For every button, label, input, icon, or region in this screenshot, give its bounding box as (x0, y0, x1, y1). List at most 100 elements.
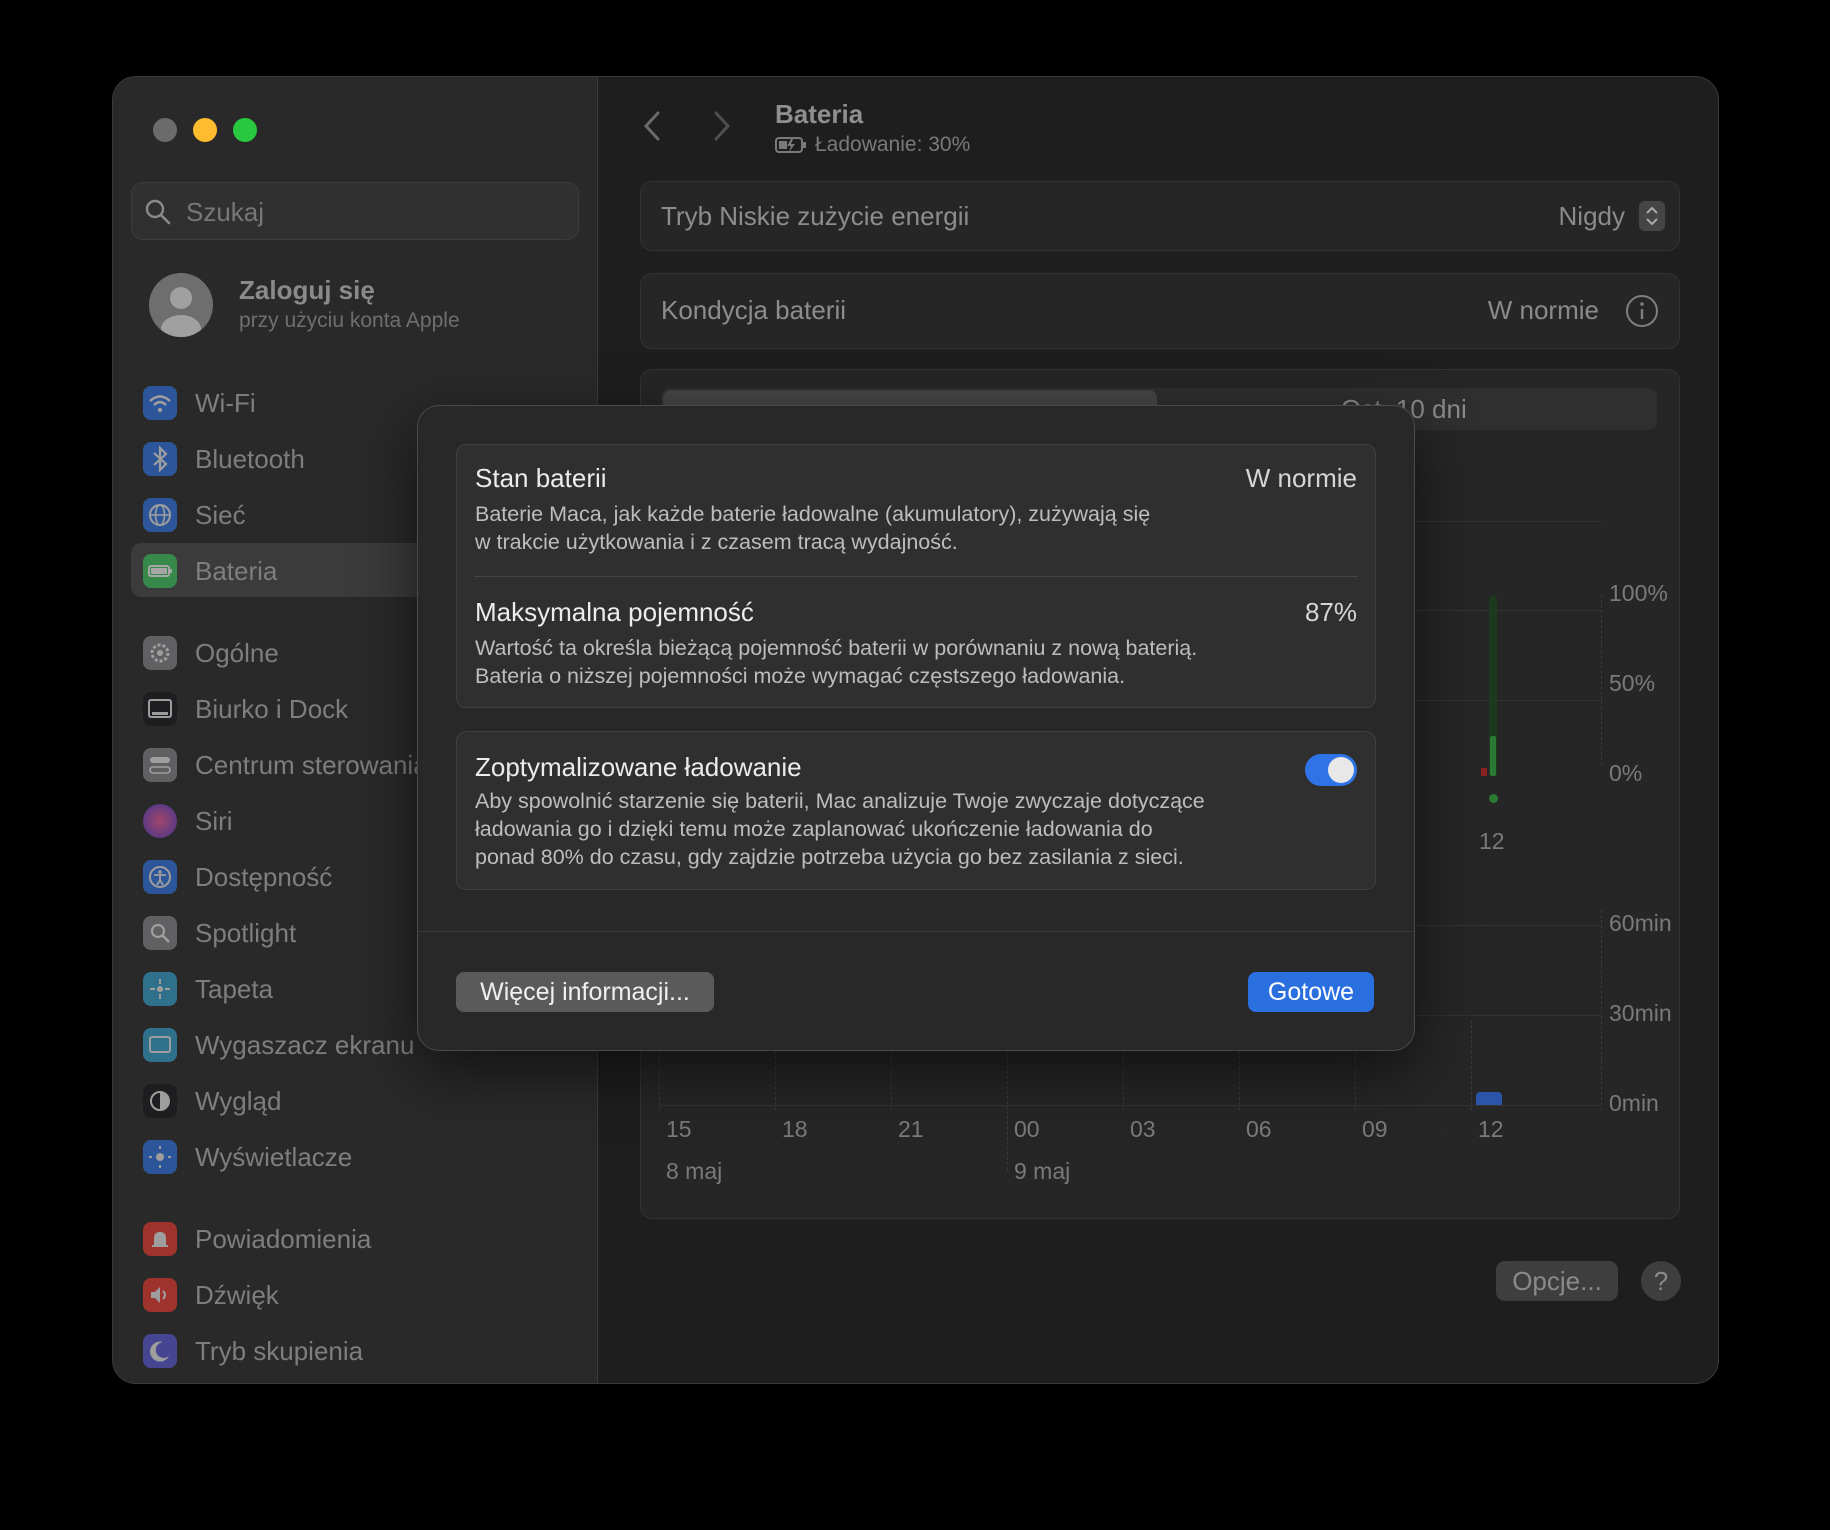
usage-tick-label: 60min (1609, 910, 1672, 936)
battery-condition-row: Kondycja baterii W normie (640, 273, 1680, 349)
options-button[interactable]: Opcje... (1496, 1261, 1618, 1301)
capacity-title: Maksymalna pojemność (475, 597, 754, 627)
search-input[interactable] (184, 193, 568, 231)
level-tick-label: 0% (1609, 760, 1643, 786)
help-button[interactable]: ? (1641, 1261, 1681, 1301)
health-value: W normie (1245, 463, 1357, 493)
sidebar-item-label: Wi-Fi (195, 388, 256, 418)
bluetooth-icon (143, 442, 177, 476)
battery-level-point (1489, 794, 1498, 803)
moon-icon (143, 1334, 177, 1368)
optimized-charging-card: Zoptymalizowane ładowanie Aby spowolnić … (456, 731, 1376, 890)
info-icon[interactable] (1625, 294, 1659, 328)
level-tick-label: 100% (1609, 580, 1668, 606)
sidebar-item-label: Spotlight (195, 918, 297, 948)
health-desc-line: Baterie Maca, jak każde baterie ładowaln… (475, 502, 1151, 526)
x-tick-label: 18 (782, 1116, 808, 1142)
sidebar-item-label: Tryb skupienia (195, 1336, 364, 1366)
battery-charging-icon (775, 137, 806, 153)
search-icon (145, 199, 171, 225)
usage-tick-label: 30min (1609, 1000, 1672, 1026)
apple-account-signin[interactable]: Zaloguj się przy użyciu konta Apple (149, 273, 579, 343)
battery-icon (143, 554, 177, 588)
chevron-updown-icon (1646, 206, 1658, 226)
capacity-value: 87% (1304, 597, 1357, 627)
toggle-knob (1328, 757, 1354, 783)
usage-bar (1476, 1092, 1502, 1105)
zoom-button[interactable] (233, 118, 257, 142)
search-field[interactable] (131, 182, 579, 240)
minimize-button[interactable] (193, 118, 217, 142)
done-button[interactable]: Gotowe (1248, 972, 1374, 1012)
optimized-desc-line: ponad 80% do czasu, gdy zajdzie potrzeba… (475, 845, 1184, 869)
back-icon[interactable] (640, 109, 664, 143)
optimized-desc-line: ładowania go i dzięki temu może zaplanow… (475, 817, 1153, 841)
level-tick-label: 50% (1609, 670, 1656, 696)
spotlight-icon (143, 916, 177, 950)
close-button[interactable] (153, 118, 177, 142)
avatar (149, 273, 213, 337)
sidebar-item-label: Siri (195, 806, 233, 836)
low-power-row: Tryb Niskie zużycie energii Nigdy (640, 181, 1680, 251)
forward-icon[interactable] (710, 109, 734, 143)
optimized-charging-toggle[interactable] (1305, 754, 1357, 786)
gear-icon (143, 636, 177, 670)
optimized-desc-line: Aby spowolnić starzenie się baterii, Mac… (475, 789, 1205, 813)
divider (475, 576, 1357, 577)
sidebar-item-label: Centrum sterowania (195, 750, 428, 780)
battery-info-card: Stan baterii W normie Baterie Maca, jak … (456, 444, 1376, 708)
sidebar-item-notifications[interactable]: Powiadomienia (131, 1211, 591, 1265)
sidebar-item-label: Bateria (195, 556, 278, 586)
battery-condition-label: Kondycja baterii (661, 295, 846, 325)
capacity-desc-line: Bateria o niższej pojemności może wymaga… (475, 664, 1126, 688)
charging-status-text: Ładowanie: 30% (815, 133, 971, 156)
optimized-charging-title: Zoptymalizowane ładowanie (475, 752, 802, 782)
chart-gridline (659, 1105, 1601, 1106)
usage-tick-label: 0min (1609, 1090, 1659, 1116)
person-icon (161, 287, 201, 337)
sidebar-item-label: Wyświetlacze (195, 1142, 353, 1172)
x-tick-label: 03 (1130, 1116, 1156, 1142)
charging-status: Ładowanie: 30% (775, 133, 970, 157)
sidebar-item-label: Biurko i Dock (195, 694, 349, 724)
sidebar-item-label: Sieć (195, 500, 246, 530)
sidebar-item-label: Dostępność (195, 862, 333, 892)
sidebar-item-sound[interactable]: Dźwięk (131, 1267, 591, 1321)
chart-gridline (1471, 1020, 1472, 1110)
health-desc-line: w trakcie użytkowania i z czasem tracą w… (475, 530, 958, 554)
control-center-icon (143, 748, 177, 782)
chart-gridline (1601, 595, 1602, 765)
speaker-icon (143, 1278, 177, 1312)
sidebar-item-displays[interactable]: Wyświetlacze (131, 1129, 591, 1183)
battery-condition-value: W normie (1487, 295, 1599, 325)
display-icon (143, 1140, 177, 1174)
low-power-value[interactable]: Nigdy (1559, 201, 1625, 232)
x-tick-label: 06 (1246, 1116, 1272, 1142)
x-tick-label: 21 (898, 1116, 924, 1142)
appearance-icon (143, 1084, 177, 1118)
x-tick-label: 12 (1478, 1116, 1504, 1142)
page-title: Bateria (775, 99, 864, 129)
sidebar-item-label: Powiadomienia (195, 1224, 372, 1254)
chart-gridline (1601, 910, 1602, 1110)
health-title: Stan baterii (475, 463, 607, 493)
wallpaper-icon (143, 972, 177, 1006)
sidebar-item-appearance[interactable]: Wygląd (131, 1073, 591, 1127)
x-tick-label: 09 (1362, 1116, 1388, 1142)
x-tick-label: 15 (666, 1116, 692, 1142)
date-label: 8 maj (666, 1158, 723, 1184)
battery-health-sheet: Stan baterii W normie Baterie Maca, jak … (417, 405, 1415, 1051)
account-subtitle: przy użyciu konta Apple (239, 309, 460, 332)
account-title: Zaloguj się (239, 275, 375, 305)
screensaver-icon (143, 1028, 177, 1062)
x-tick-label: 00 (1014, 1116, 1040, 1142)
level-x-tick-label: 12 (1479, 828, 1505, 854)
sidebar-item-focus[interactable]: Tryb skupienia (131, 1323, 591, 1377)
bell-icon (143, 1222, 177, 1256)
dock-icon (143, 692, 177, 726)
low-power-popup-button[interactable] (1639, 201, 1665, 231)
accessibility-icon (143, 860, 177, 894)
more-info-button[interactable]: Więcej informacji... (456, 972, 714, 1012)
sidebar-item-label: Wygaszacz ekranu (195, 1030, 415, 1060)
low-power-label: Tryb Niskie zużycie energii (661, 201, 970, 231)
